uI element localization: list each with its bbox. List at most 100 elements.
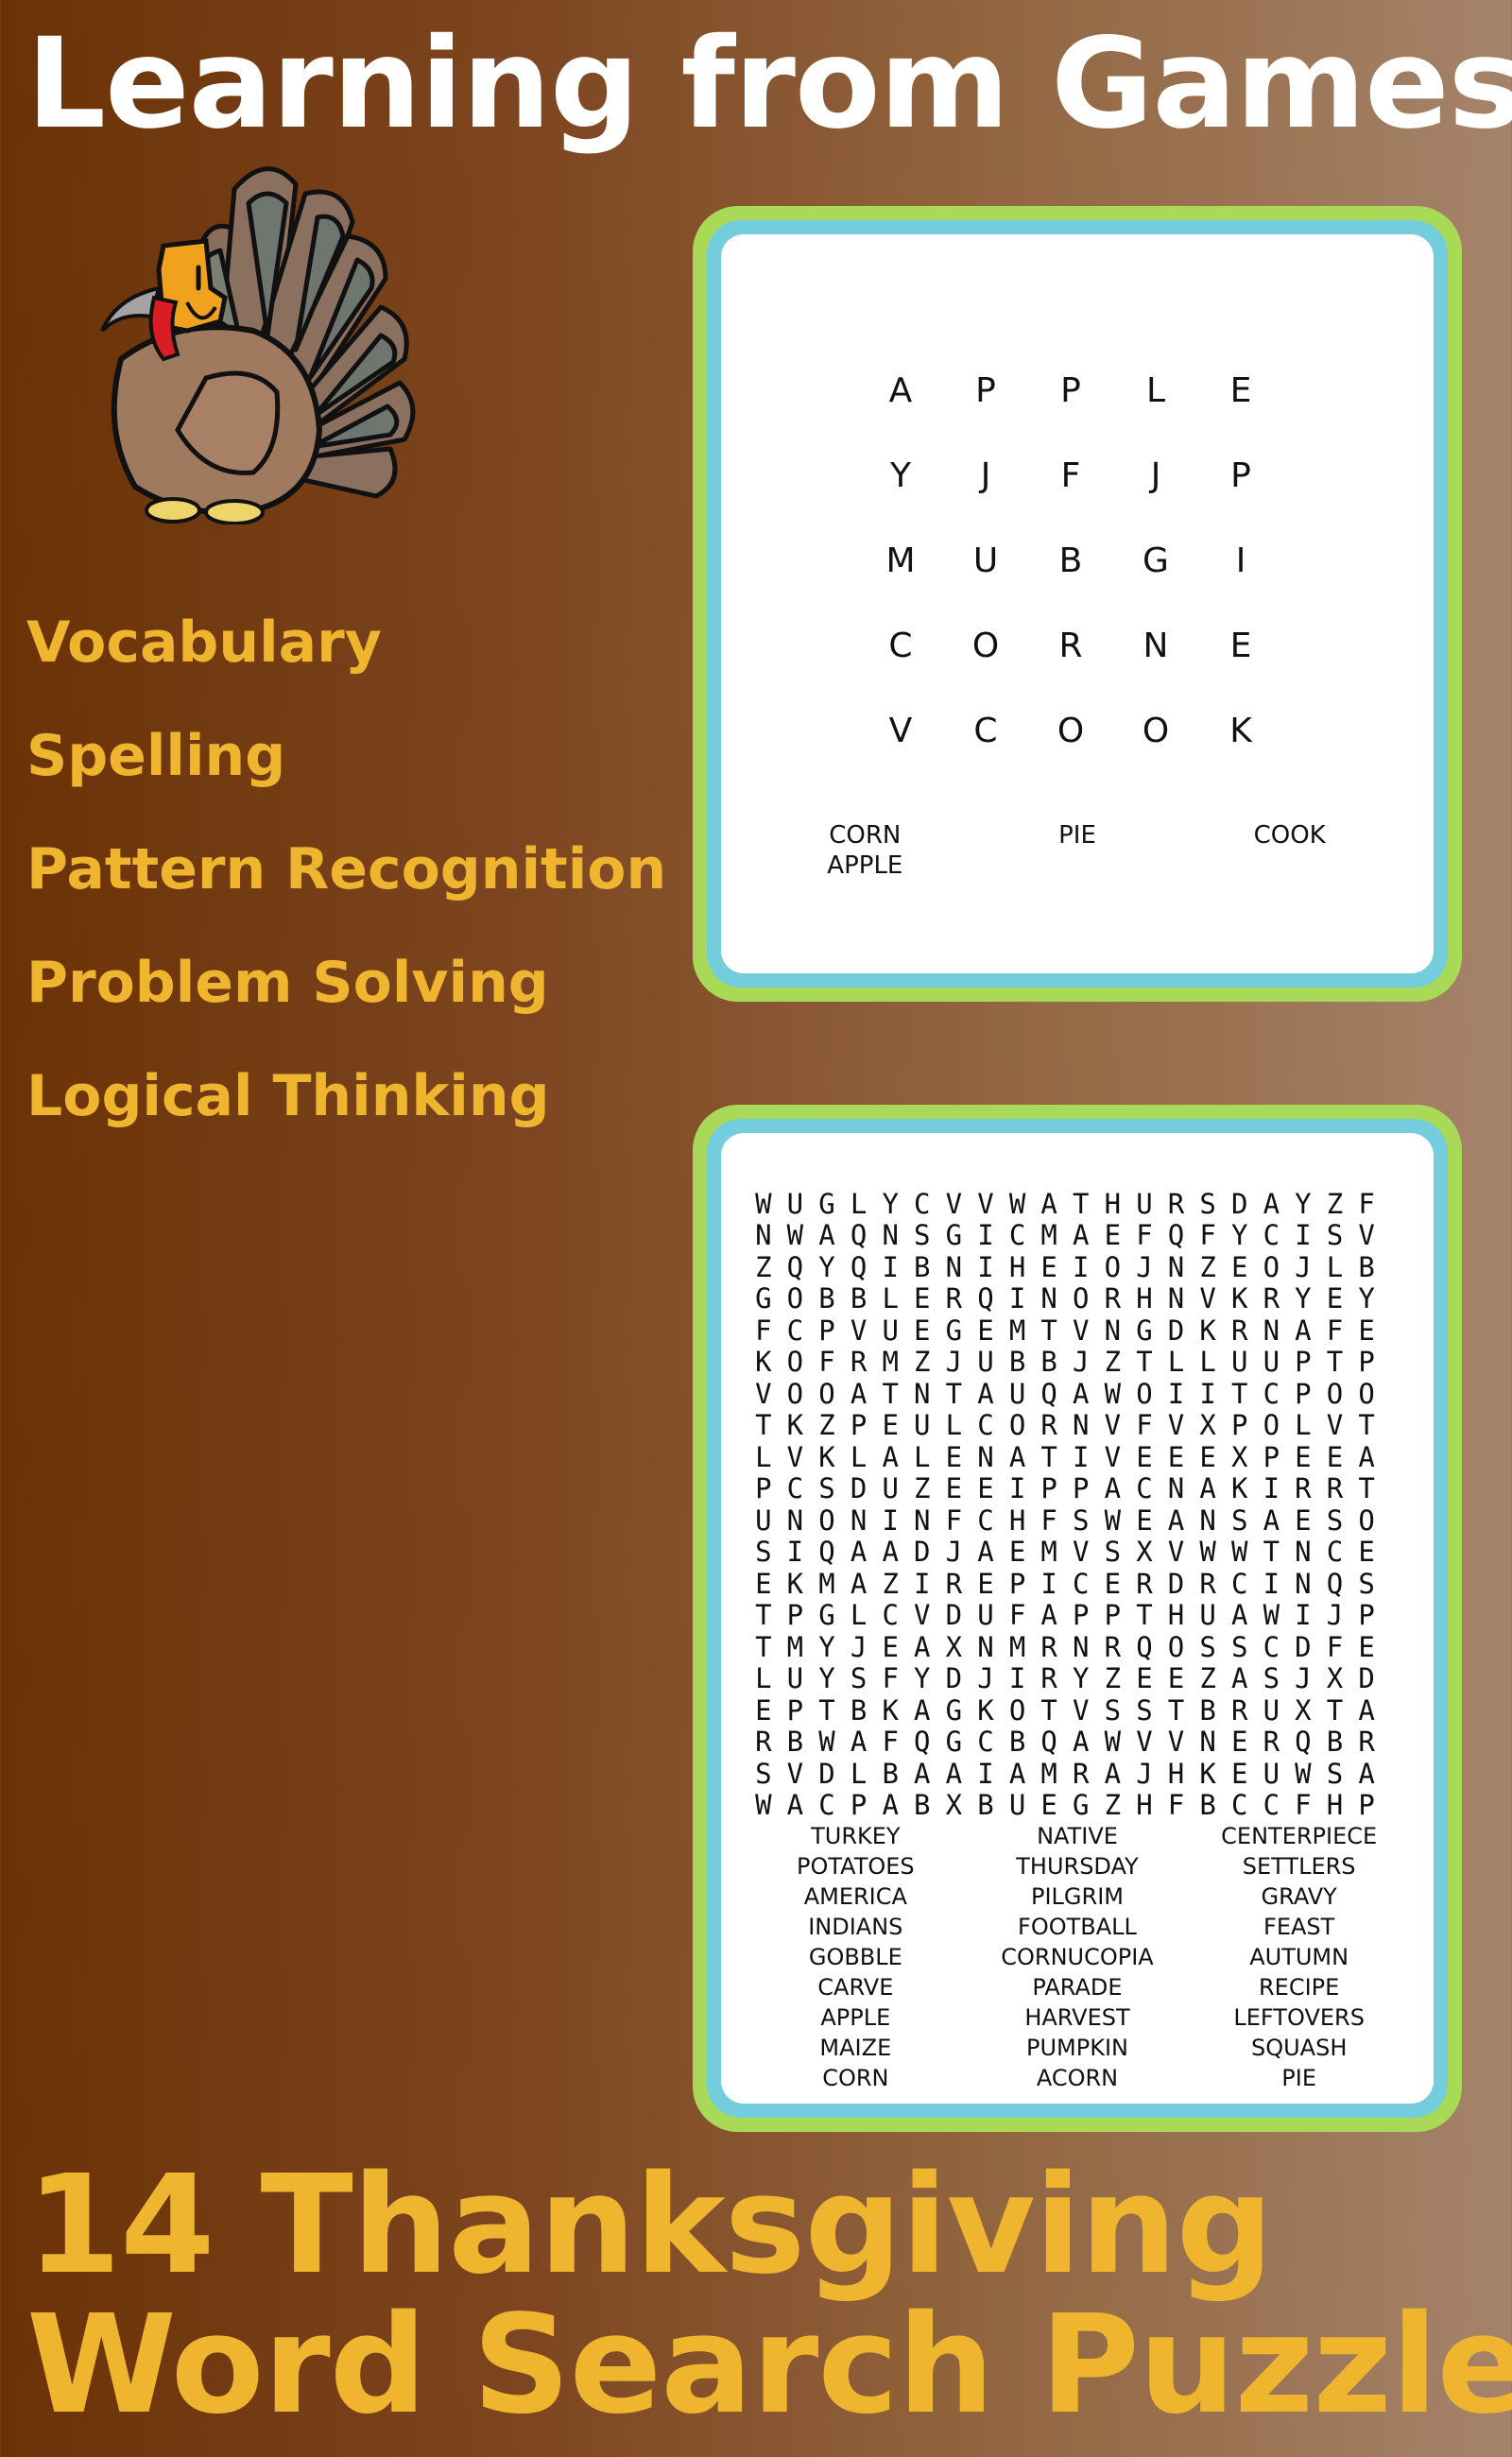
grid-letter[interactable]: N [906,1504,938,1537]
grid-letter[interactable]: V [1128,1726,1160,1758]
grid-letter[interactable]: N [1256,1314,1288,1347]
grid-letter[interactable]: E [1350,1314,1383,1347]
grid-letter[interactable]: U [780,1662,812,1694]
grid-letter[interactable]: W [747,1188,780,1220]
grid-letter[interactable]: I [1065,1441,1097,1473]
grid-letter[interactable]: R [843,1346,875,1378]
grid-letter[interactable]: Y [906,1662,938,1694]
grid-letter[interactable]: E [1033,1789,1065,1821]
grid-letter[interactable]: V [1097,1409,1129,1441]
grid-letter[interactable]: M [1002,1631,1034,1663]
grid-letter[interactable]: U [780,1188,812,1220]
grid-letter[interactable]: E [970,1472,1002,1504]
grid-letter[interactable]: N [1065,1631,1097,1663]
grid-letter[interactable]: L [1287,1409,1319,1441]
grid-letter[interactable]: N [1287,1536,1319,1568]
grid-letter[interactable]: X [1287,1694,1319,1727]
grid-letter[interactable]: J [1065,1346,1097,1378]
grid-letter[interactable]: L [1192,1346,1224,1378]
grid-letter[interactable]: L [843,1599,875,1631]
grid-letter[interactable]: E [1287,1504,1319,1537]
grid-letter[interactable]: T [1350,1472,1383,1504]
grid-letter[interactable]: A [1256,1504,1288,1537]
grid-letter[interactable]: R [747,1726,780,1758]
grid-letter[interactable]: I [1256,1568,1288,1600]
grid-letter[interactable]: F [1002,1599,1034,1631]
grid-letter[interactable]: M [1033,1536,1065,1568]
grid-letter[interactable]: R [1287,1472,1319,1504]
grid-letter[interactable]: D [811,1758,843,1790]
grid-letter[interactable]: A [858,348,943,433]
grid-letter[interactable]: W [1224,1536,1256,1568]
grid-letter[interactable]: G [938,1694,971,1727]
grid-letter[interactable]: N [1033,1282,1065,1314]
grid-letter[interactable]: I [1002,1662,1034,1694]
grid-letter[interactable]: A [906,1631,938,1663]
grid-letter[interactable]: V [1160,1726,1193,1758]
grid-letter[interactable]: A [1033,1188,1065,1220]
grid-letter[interactable]: C [1256,1219,1288,1251]
grid-letter[interactable]: D [938,1662,971,1694]
grid-letter[interactable]: D [843,1472,875,1504]
grid-letter[interactable]: V [1319,1409,1351,1441]
grid-letter[interactable]: E [1097,1219,1129,1251]
grid-letter[interactable]: K [1198,688,1283,773]
grid-letter[interactable]: V [747,1378,780,1410]
grid-letter[interactable]: R [1128,1568,1160,1600]
grid-letter[interactable]: R [1033,1631,1065,1663]
grid-letter[interactable]: R [1033,1409,1065,1441]
grid-letter[interactable]: E [1033,1251,1065,1283]
grid-letter[interactable]: M [811,1568,843,1600]
grid-letter[interactable]: B [843,1694,875,1727]
grid-letter[interactable]: I [780,1536,812,1568]
grid-letter[interactable]: C [1256,1378,1288,1410]
grid-letter[interactable]: W [1097,1378,1129,1410]
grid-letter[interactable]: S [1319,1219,1351,1251]
grid-letter[interactable]: G [938,1219,971,1251]
grid-letter[interactable]: M [780,1631,812,1663]
grid-letter[interactable]: A [843,1378,875,1410]
grid-letter[interactable]: L [843,1188,875,1220]
grid-letter[interactable]: P [780,1599,812,1631]
grid-letter[interactable]: S [1192,1631,1224,1663]
grid-letter[interactable]: Q [1319,1568,1351,1600]
grid-letter[interactable]: B [1028,518,1113,603]
grid-letter[interactable]: B [1319,1726,1351,1758]
grid-letter[interactable]: C [1128,1472,1160,1504]
grid-letter[interactable]: V [1065,1694,1097,1727]
grid-letter[interactable]: R [1224,1694,1256,1727]
grid-letter[interactable]: I [906,1568,938,1600]
grid-letter[interactable]: V [1160,1409,1193,1441]
grid-letter[interactable]: A [1224,1599,1256,1631]
grid-letter[interactable]: E [874,1631,906,1663]
grid-letter[interactable]: K [1192,1758,1224,1790]
grid-letter[interactable]: S [1065,1504,1097,1537]
grid-letter[interactable]: A [1256,1188,1288,1220]
grid-letter[interactable]: C [1256,1789,1288,1821]
grid-letter[interactable]: D [1160,1314,1193,1347]
grid-letter[interactable]: V [1065,1536,1097,1568]
grid-letter[interactable]: O [1113,688,1198,773]
grid-letter[interactable]: O [811,1504,843,1537]
grid-letter[interactable]: H [1128,1789,1160,1821]
grid-letter[interactable]: C [1224,1568,1256,1600]
grid-letter[interactable]: S [1256,1662,1288,1694]
grid-letter[interactable]: X [1224,1441,1256,1473]
grid-letter[interactable]: I [970,1251,1002,1283]
grid-letter[interactable]: C [811,1789,843,1821]
grid-letter[interactable]: Y [1065,1662,1097,1694]
grid-letter[interactable]: K [1192,1314,1224,1347]
grid-letter[interactable]: A [843,1568,875,1600]
grid-letter[interactable]: J [943,433,1028,518]
grid-letter[interactable]: O [1128,1378,1160,1410]
grid-letter[interactable]: E [1224,1726,1256,1758]
grid-letter[interactable]: E [906,1282,938,1314]
grid-letter[interactable]: R [1160,1188,1193,1220]
grid-letter[interactable]: N [938,1251,971,1283]
grid-letter[interactable]: B [1002,1726,1034,1758]
grid-letter[interactable]: O [943,603,1028,688]
grid-letter[interactable]: R [1097,1631,1129,1663]
grid-letter[interactable]: U [874,1472,906,1504]
grid-letter[interactable]: X [1128,1536,1160,1568]
grid-letter[interactable]: E [1350,1536,1383,1568]
